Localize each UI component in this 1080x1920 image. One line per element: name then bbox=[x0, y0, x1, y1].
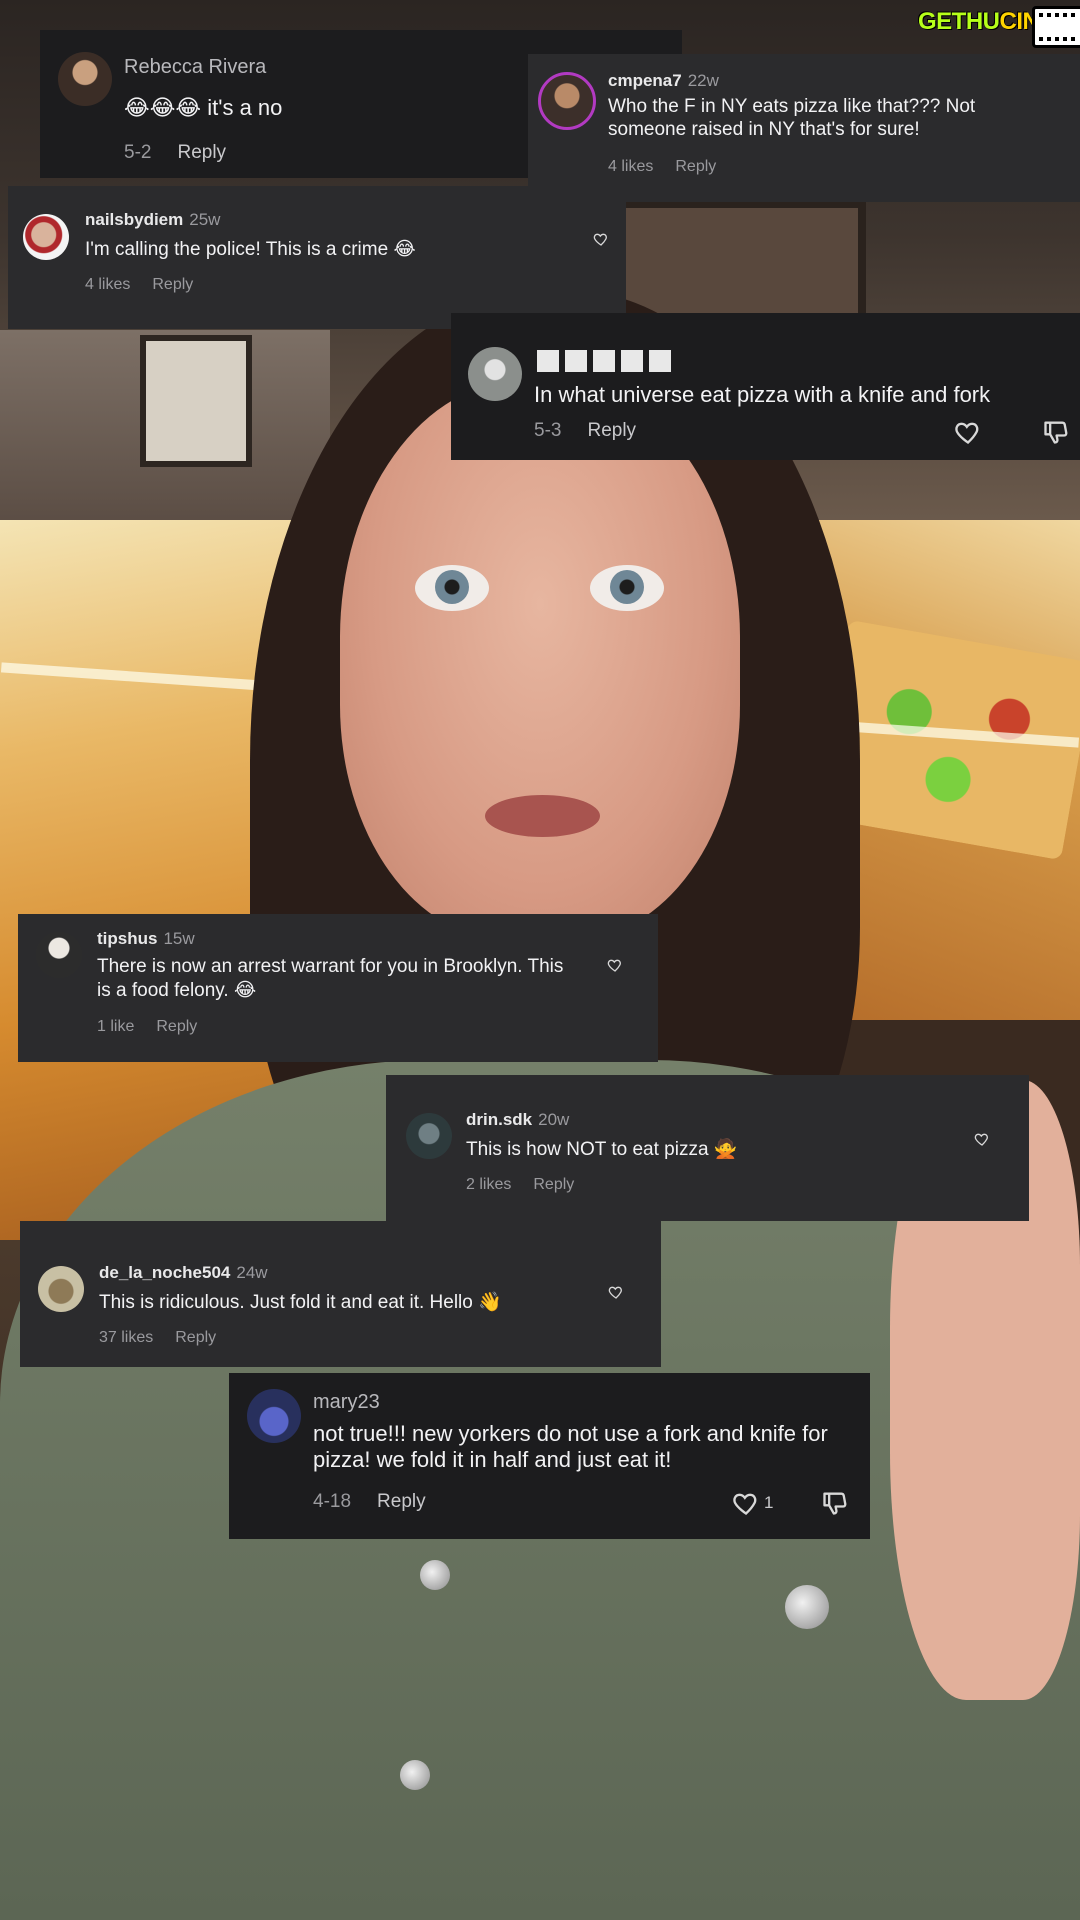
laughing-emoji: 😂 bbox=[233, 978, 257, 1001]
reply-button[interactable]: Reply bbox=[533, 1176, 574, 1193]
redaction-block bbox=[621, 349, 643, 372]
comment-meta: 4 likes Reply bbox=[608, 158, 716, 176]
avatar[interactable] bbox=[406, 1113, 452, 1159]
heart-icon[interactable] bbox=[974, 1131, 990, 1147]
comment-date: 5-2 bbox=[124, 142, 152, 163]
comment-body: This is ridiculous. Just fold it and eat… bbox=[99, 1292, 473, 1313]
comment-card: nailsbydiem 25w I'm calling the police! T… bbox=[8, 186, 626, 329]
comment-card: In what universe eat pizza with a knife … bbox=[451, 313, 1080, 460]
laughing-emoji: 😂 bbox=[393, 238, 416, 260]
like-count: 1 like bbox=[97, 1018, 135, 1035]
comment-username[interactable]: tipshus 15w bbox=[97, 929, 195, 949]
like-count: 4 likes bbox=[608, 158, 654, 175]
avatar[interactable] bbox=[247, 1389, 301, 1443]
comment-text: This is ridiculous. Just fold it and eat… bbox=[99, 1291, 502, 1315]
comment-card: tipshus 15w There is now an arrest warran… bbox=[18, 914, 658, 1062]
heart-icon[interactable] bbox=[607, 957, 623, 973]
reply-button[interactable]: Reply bbox=[377, 1491, 426, 1512]
comment-meta: 4 likes Reply bbox=[85, 276, 193, 294]
like-count: 1 bbox=[764, 1493, 774, 1512]
thumbs-down-icon[interactable] bbox=[1042, 418, 1070, 446]
comment-username[interactable]: drin.sdk 20w bbox=[466, 1110, 569, 1130]
watermark-text-a: GETHU bbox=[918, 8, 1000, 35]
comment-username[interactable]: de_la_noche504 24w bbox=[99, 1263, 268, 1283]
comment-time: 20w bbox=[538, 1110, 570, 1129]
person-eye-right bbox=[590, 565, 664, 611]
reply-button[interactable]: Reply bbox=[152, 276, 193, 293]
comment-username[interactable]: Rebecca Rivera bbox=[124, 56, 266, 79]
comment-date: 5-3 bbox=[534, 420, 562, 441]
heart-icon[interactable] bbox=[954, 418, 982, 446]
comment-meta: 1 like Reply bbox=[97, 1018, 197, 1036]
redaction-block bbox=[649, 349, 671, 372]
reply-button[interactable]: Reply bbox=[675, 158, 716, 175]
comment-meta: 2 likes Reply bbox=[466, 1176, 574, 1194]
comment-username[interactable]: nailsbydiem 25w bbox=[85, 210, 220, 230]
person-eye-left bbox=[415, 565, 489, 611]
reply-button[interactable]: Reply bbox=[177, 142, 226, 163]
thumbs-down-icon[interactable] bbox=[821, 1489, 849, 1517]
comment-text: There is now an arrest warrant for you i… bbox=[97, 956, 567, 1003]
framed-poster bbox=[140, 335, 252, 467]
avatar[interactable] bbox=[38, 1266, 84, 1312]
comment-time: 25w bbox=[189, 210, 221, 229]
redaction-block bbox=[593, 349, 615, 372]
username-text[interactable]: drin.sdk bbox=[466, 1110, 532, 1129]
avatar[interactable] bbox=[23, 214, 69, 260]
comment-date: 4-18 bbox=[313, 1491, 352, 1512]
reply-button[interactable]: Reply bbox=[156, 1018, 197, 1035]
reply-button[interactable]: Reply bbox=[587, 420, 636, 441]
like-count: 4 likes bbox=[85, 276, 131, 293]
comment-body: I'm calling the police! This is a crime bbox=[85, 239, 389, 260]
avatar[interactable] bbox=[58, 52, 112, 106]
comment-meta: 37 likes Reply bbox=[99, 1329, 216, 1347]
jacket-button bbox=[420, 1560, 450, 1590]
laughing-emoji: 😂😂😂 bbox=[124, 96, 202, 121]
comment-username-redacted[interactable] bbox=[537, 349, 677, 372]
redaction-block bbox=[565, 349, 587, 372]
username-text[interactable]: cmpena7 bbox=[608, 71, 682, 90]
no-gesture-emoji: 🙅 bbox=[713, 1138, 738, 1160]
jacket-button bbox=[785, 1585, 829, 1629]
redaction-block bbox=[537, 349, 559, 372]
comment-time: 24w bbox=[236, 1263, 268, 1282]
username-text[interactable]: de_la_noche504 bbox=[99, 1263, 230, 1282]
comment-meta: 5-2 Reply bbox=[124, 142, 226, 164]
reply-button[interactable]: Reply bbox=[175, 1329, 216, 1346]
comment-body: This is how NOT to eat pizza bbox=[466, 1139, 709, 1160]
comment-body: it's a no bbox=[207, 95, 283, 120]
like-count: 2 likes bbox=[466, 1176, 512, 1193]
comment-body: Who the F in NY eats pizza like that??? … bbox=[608, 96, 976, 140]
comment-card: drin.sdk 20w This is how NOT to eat pizza… bbox=[386, 1075, 1029, 1221]
comment-meta: 4-18 Reply bbox=[313, 1491, 426, 1513]
waving-hand-emoji: 👋 bbox=[478, 1291, 502, 1313]
jacket-button bbox=[400, 1760, 430, 1790]
film-reel-icon bbox=[1032, 6, 1080, 48]
comment-text: I'm calling the police! This is a crime … bbox=[85, 238, 416, 262]
comment-card: de_la_noche504 24w This is ridiculous. Ju… bbox=[20, 1221, 661, 1367]
like-count: 37 likes bbox=[99, 1329, 154, 1346]
avatar[interactable] bbox=[538, 72, 596, 130]
comment-meta: 5-3 Reply bbox=[534, 420, 636, 442]
comment-body: There is now an arrest warrant for you i… bbox=[97, 956, 564, 1001]
heart-icon[interactable] bbox=[593, 231, 609, 247]
comment-text: 😂😂😂 it's a no bbox=[124, 95, 282, 122]
heart-icon[interactable] bbox=[608, 1284, 624, 1300]
avatar[interactable] bbox=[468, 347, 522, 401]
comment-time: 15w bbox=[163, 929, 195, 948]
heart-icon[interactable] bbox=[732, 1489, 760, 1517]
comment-body: In what universe eat pizza with a knife … bbox=[534, 382, 991, 407]
person-mouth bbox=[485, 795, 600, 837]
comment-card: mary23 not true!!! new yorkers do not us… bbox=[229, 1373, 870, 1539]
comment-username[interactable]: mary23 bbox=[313, 1391, 380, 1414]
avatar[interactable] bbox=[36, 932, 82, 978]
comment-text: This is how NOT to eat pizza 🙅 bbox=[466, 1138, 737, 1162]
username-text[interactable]: tipshus bbox=[97, 929, 157, 948]
comment-card: cmpena7 22w Who the F in NY eats pizza li… bbox=[528, 54, 1080, 202]
person-face bbox=[340, 380, 740, 940]
comment-time: 22w bbox=[687, 71, 719, 90]
username-text[interactable]: nailsbydiem bbox=[85, 210, 183, 229]
comment-username[interactable]: cmpena7 22w bbox=[608, 71, 719, 91]
comment-body: not true!!! new yorkers do not use a for… bbox=[313, 1421, 828, 1473]
